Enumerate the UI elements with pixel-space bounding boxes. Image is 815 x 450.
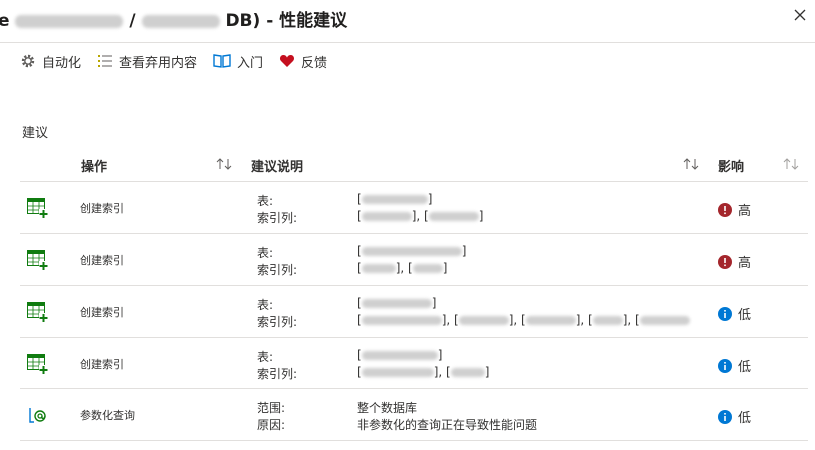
- create-index-icon: [27, 302, 48, 322]
- reason-value: 非参数化的查询正在导致性能问题: [357, 418, 538, 432]
- table-label: 表:: [257, 194, 274, 208]
- table-row[interactable]: 创建索引 表: 索引列: [] [], [] 高: [20, 233, 808, 286]
- create-index-icon: [27, 198, 48, 218]
- table-value: []: [357, 348, 443, 362]
- view-deprecations-button[interactable]: 查看弃用内容: [97, 52, 197, 71]
- table-bottom-divider: [20, 440, 808, 441]
- gear-icon: [21, 54, 35, 68]
- table-value: []: [357, 244, 467, 258]
- action-label: 创建索引: [80, 202, 124, 215]
- redacted-db-name: [141, 14, 220, 28]
- table-row[interactable]: 参数化查询 范围: 原因: 整个数据库 非参数化的查询正在导致性能问题 低: [20, 388, 808, 441]
- index-columns-label: 索引列:: [257, 211, 298, 225]
- close-icon[interactable]: [789, 4, 811, 26]
- action-label: 参数化查询: [80, 409, 135, 422]
- action-label: 创建索引: [80, 254, 124, 267]
- impact-value: 高: [718, 200, 751, 219]
- index-columns-value: [], [], [], [], [: [357, 313, 690, 327]
- blade-header: e / DB) - 性能建议: [0, 0, 815, 43]
- feedback-button[interactable]: 反馈: [279, 52, 327, 71]
- book-icon: [213, 54, 231, 68]
- table-row[interactable]: 创建索引 表: 索引列: [] [], [] 高: [20, 181, 808, 234]
- create-index-icon: [27, 250, 48, 270]
- sort-icon[interactable]: [682, 157, 700, 171]
- info-icon: [718, 409, 732, 424]
- table-value: []: [357, 192, 433, 206]
- table-label: 表:: [257, 246, 274, 260]
- index-columns-label: 索引列:: [257, 367, 298, 381]
- error-icon: [718, 202, 732, 217]
- column-header-description[interactable]: 建议说明: [251, 156, 303, 175]
- info-icon: [718, 306, 732, 321]
- reason-label: 原因:: [257, 418, 286, 432]
- table-row[interactable]: 创建索引 表: 索引列: [] [], [], [], [], [ 低: [20, 285, 808, 338]
- index-columns-label: 索引列:: [257, 315, 298, 329]
- heart-icon: [280, 55, 295, 67]
- getting-started-button[interactable]: 入门: [213, 52, 263, 71]
- command-bar: 自动化 查看弃用内容 入门 反馈: [0, 43, 815, 79]
- error-icon: [718, 254, 732, 269]
- scope-value: 整个数据库: [357, 401, 418, 415]
- action-label: 创建索引: [80, 358, 124, 371]
- column-header-impact[interactable]: 影响: [718, 156, 744, 175]
- table-value: []: [357, 296, 437, 310]
- table-label: 表:: [257, 350, 274, 364]
- impact-value: 低: [718, 407, 751, 426]
- info-icon: [718, 358, 732, 373]
- index-columns-label: 索引列:: [257, 263, 298, 277]
- create-index-icon: [27, 354, 48, 374]
- impact-value: 低: [718, 356, 751, 375]
- action-label: 创建索引: [80, 306, 124, 319]
- index-columns-value: [], []: [357, 365, 490, 379]
- index-columns-value: [], []: [357, 261, 448, 275]
- sort-icon[interactable]: [782, 157, 800, 171]
- redacted-server-name: [15, 14, 124, 28]
- column-header-action[interactable]: 操作: [81, 156, 107, 175]
- list-icon: [98, 55, 113, 67]
- impact-value: 低: [718, 304, 751, 323]
- sort-icon[interactable]: [215, 157, 233, 171]
- table-label: 表:: [257, 298, 274, 312]
- table-row[interactable]: 创建索引 表: 索引列: [] [], [] 低: [20, 337, 808, 390]
- scope-label: 范围:: [257, 401, 286, 415]
- section-label: 建议: [22, 126, 49, 141]
- page-title: e / DB) - 性能建议: [0, 11, 348, 31]
- index-columns-value: [], []: [357, 209, 484, 223]
- impact-value: 高: [718, 252, 751, 271]
- parameterize-query-icon: [29, 408, 46, 423]
- automation-button[interactable]: 自动化: [20, 52, 81, 71]
